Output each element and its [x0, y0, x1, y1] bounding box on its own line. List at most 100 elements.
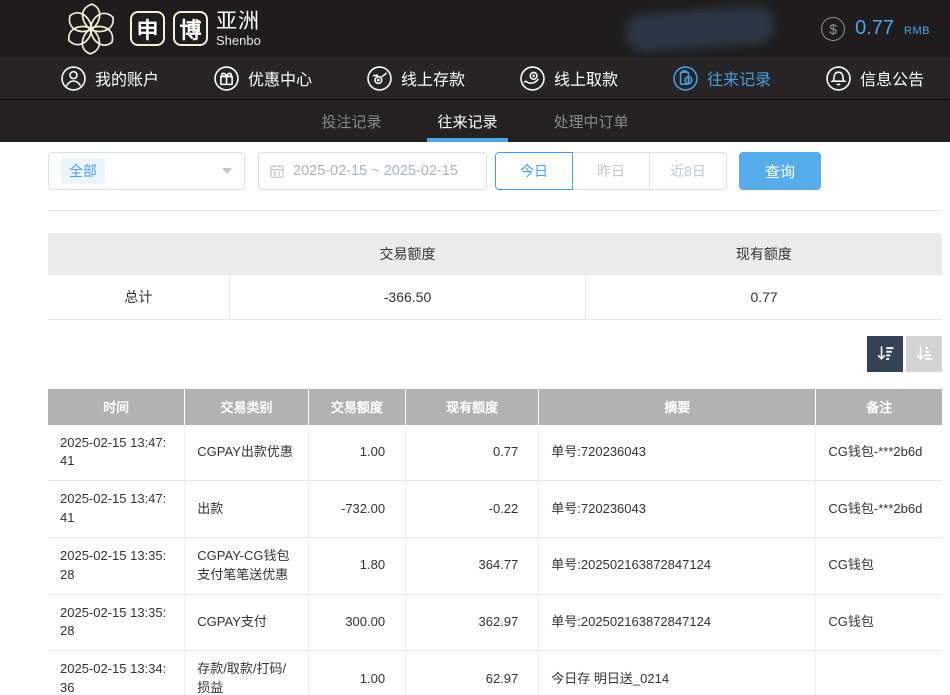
- withdraw-icon: [519, 65, 546, 92]
- transactions-body: 2025-02-15 13:47:41CGPAY出款优惠 1.00 0.77单号:7…: [48, 425, 942, 695]
- sort-amount-asc-icon: [915, 344, 934, 363]
- table-cell: 2025-02-15 13:47:41: [48, 425, 185, 481]
- nav-item-promotions[interactable]: 优惠中心: [213, 65, 312, 92]
- table-cell: 今日存 明日送_0214: [539, 651, 816, 695]
- table-cell: CG钱包: [816, 594, 942, 651]
- bell-icon: [825, 65, 852, 92]
- subtab-bar: 投注记录 往来记录 处理中订单: [0, 100, 950, 142]
- logo-region: 亚洲 Shenbo: [216, 11, 261, 47]
- column-header-time: 时间: [48, 389, 185, 425]
- table-cell: 单号:720236043: [539, 425, 816, 481]
- chevron-down-icon: [222, 168, 232, 174]
- balance-amount[interactable]: 0.77: [855, 17, 894, 40]
- column-header-current-balance: 现有额度: [406, 389, 539, 425]
- calendar-icon: [269, 163, 285, 179]
- today-button[interactable]: 今日: [495, 152, 573, 190]
- logo-subtitle: Shenbo: [216, 34, 261, 47]
- main-nav: 我的账户 优惠中心 线上存款 线上取款: [0, 57, 950, 100]
- table-row: 2025-02-15 13:35:28CGPAY支付300.00362.97单号…: [48, 594, 942, 651]
- summary-header-current-balance: 现有额度: [586, 233, 942, 275]
- tab-transaction-records[interactable]: 往来记录: [433, 100, 501, 142]
- table-cell: 362.97: [406, 594, 539, 651]
- main-content: 全部 2025-02-15 ~ 2025-02-15 今日 昨日 近8日 查询: [0, 142, 950, 695]
- logo-region-text: 亚洲: [216, 11, 261, 32]
- table-row: 2025-02-15 13:34:36存款/取款/打码/损益1.0062.97今…: [48, 651, 942, 695]
- table-cell: CG钱包-***2b6d: [816, 425, 942, 481]
- table-header-row: 时间 交易类别 交易额度 现有额度 摘要 备注: [48, 389, 942, 425]
- table-cell: CGPAY-CG钱包支付笔笔送优惠: [185, 537, 308, 594]
- date-range-input[interactable]: 2025-02-15 ~ 2025-02-15: [258, 152, 487, 190]
- summary-total-label: 总计: [48, 275, 229, 319]
- table-cell: 62.97: [406, 651, 539, 695]
- nav-item-withdraw[interactable]: 线上取款: [519, 65, 618, 92]
- nav-item-deposit[interactable]: 线上存款: [366, 65, 465, 92]
- dollar-circle-icon: $: [821, 17, 845, 41]
- nav-item-records[interactable]: 往来记录: [672, 65, 771, 92]
- header-right: $ 0.77 RMB: [625, 0, 930, 57]
- table-cell: 单号:202502163872847124: [539, 594, 816, 651]
- nav-item-label: 往来记录: [707, 66, 771, 90]
- filter-row: 全部 2025-02-15 ~ 2025-02-15 今日 昨日 近8日 查询: [48, 152, 942, 190]
- nav-item-label: 线上存款: [401, 66, 465, 90]
- summary-total-row: 总计 -366.50 0.77: [48, 275, 942, 319]
- nav-item-announcements[interactable]: 信息公告: [825, 65, 924, 92]
- table-cell: 2025-02-15 13:35:28: [48, 594, 185, 651]
- tab-bet-records[interactable]: 投注记录: [317, 100, 385, 142]
- table-cell: 出款: [185, 481, 308, 538]
- table-cell: -732.00: [308, 481, 405, 538]
- yesterday-button[interactable]: 昨日: [572, 152, 650, 190]
- table-cell: 2025-02-15 13:47:41: [48, 481, 185, 538]
- table-cell: 300.00: [308, 594, 405, 651]
- column-header-trade-amount: 交易额度: [308, 389, 405, 425]
- table-cell: 单号:720236043: [539, 481, 816, 538]
- table-cell: 364.77: [406, 537, 539, 594]
- last-8-days-button[interactable]: 近8日: [649, 152, 727, 190]
- section-divider: [48, 210, 942, 211]
- table-cell: 1.00: [308, 651, 405, 695]
- top-header: 申 博 亚洲 Shenbo $ 0.77 RMB: [0, 0, 950, 57]
- sort-amount-desc-icon: [876, 344, 895, 363]
- user-icon: [60, 65, 87, 92]
- table-cell: [816, 651, 942, 695]
- column-header-category: 交易类别: [185, 389, 308, 425]
- site-logo[interactable]: 申 博 亚洲 Shenbo: [62, 2, 261, 56]
- nav-item-label: 优惠中心: [248, 66, 312, 90]
- sort-ascending-button[interactable]: [906, 336, 942, 372]
- summary-current-balance: 0.77: [586, 275, 942, 319]
- flower-logo-icon: [62, 2, 120, 56]
- nav-item-my-account[interactable]: 我的账户: [60, 65, 159, 92]
- nav-item-label: 我的账户: [95, 66, 159, 90]
- table-cell: 0.77: [406, 425, 539, 481]
- sort-controls: [48, 336, 942, 372]
- table-cell: -0.22: [406, 481, 539, 538]
- summary-trade-amount: -366.50: [229, 275, 585, 319]
- summary-header-trade-amount: 交易额度: [229, 233, 585, 275]
- logo-char-box: 申: [130, 11, 165, 46]
- tab-pending-orders[interactable]: 处理中订单: [550, 100, 633, 142]
- table-row: 2025-02-15 13:35:28CGPAY-CG钱包支付笔笔送优惠1.80…: [48, 537, 942, 594]
- gift-icon: [213, 65, 240, 92]
- deposit-icon: [366, 65, 393, 92]
- column-header-remark: 备注: [816, 389, 942, 425]
- search-button[interactable]: 查询: [739, 152, 821, 190]
- table-row: 2025-02-15 13:47:41CGPAY出款优惠1.000.77单号:7…: [48, 425, 942, 481]
- sort-descending-button[interactable]: [867, 336, 903, 372]
- records-icon: [672, 65, 699, 92]
- table-cell: CG钱包-***2b6d: [816, 481, 942, 538]
- table-cell: CGPAY出款优惠: [185, 425, 308, 481]
- nav-item-label: 线上取款: [554, 66, 618, 90]
- table-cell: 2025-02-15 13:34:36: [48, 651, 185, 695]
- summary-header-empty: [48, 233, 229, 275]
- table-cell: CGPAY支付: [185, 594, 308, 651]
- logo-char-box: 博: [173, 11, 208, 46]
- type-select-value: 全部: [61, 158, 105, 184]
- redacted-username: [624, 4, 776, 52]
- table-cell: 2025-02-15 13:35:28: [48, 537, 185, 594]
- table-cell: 存款/取款/打码/损益: [185, 651, 308, 695]
- type-select[interactable]: 全部: [48, 152, 245, 190]
- nav-item-label: 信息公告: [860, 66, 924, 90]
- summary-table: 交易额度 现有额度 总计 -366.50 0.77: [48, 233, 942, 320]
- table-cell: 1.80: [308, 537, 405, 594]
- date-range-value: 2025-02-15 ~ 2025-02-15: [293, 163, 458, 179]
- column-header-summary: 摘要: [539, 389, 816, 425]
